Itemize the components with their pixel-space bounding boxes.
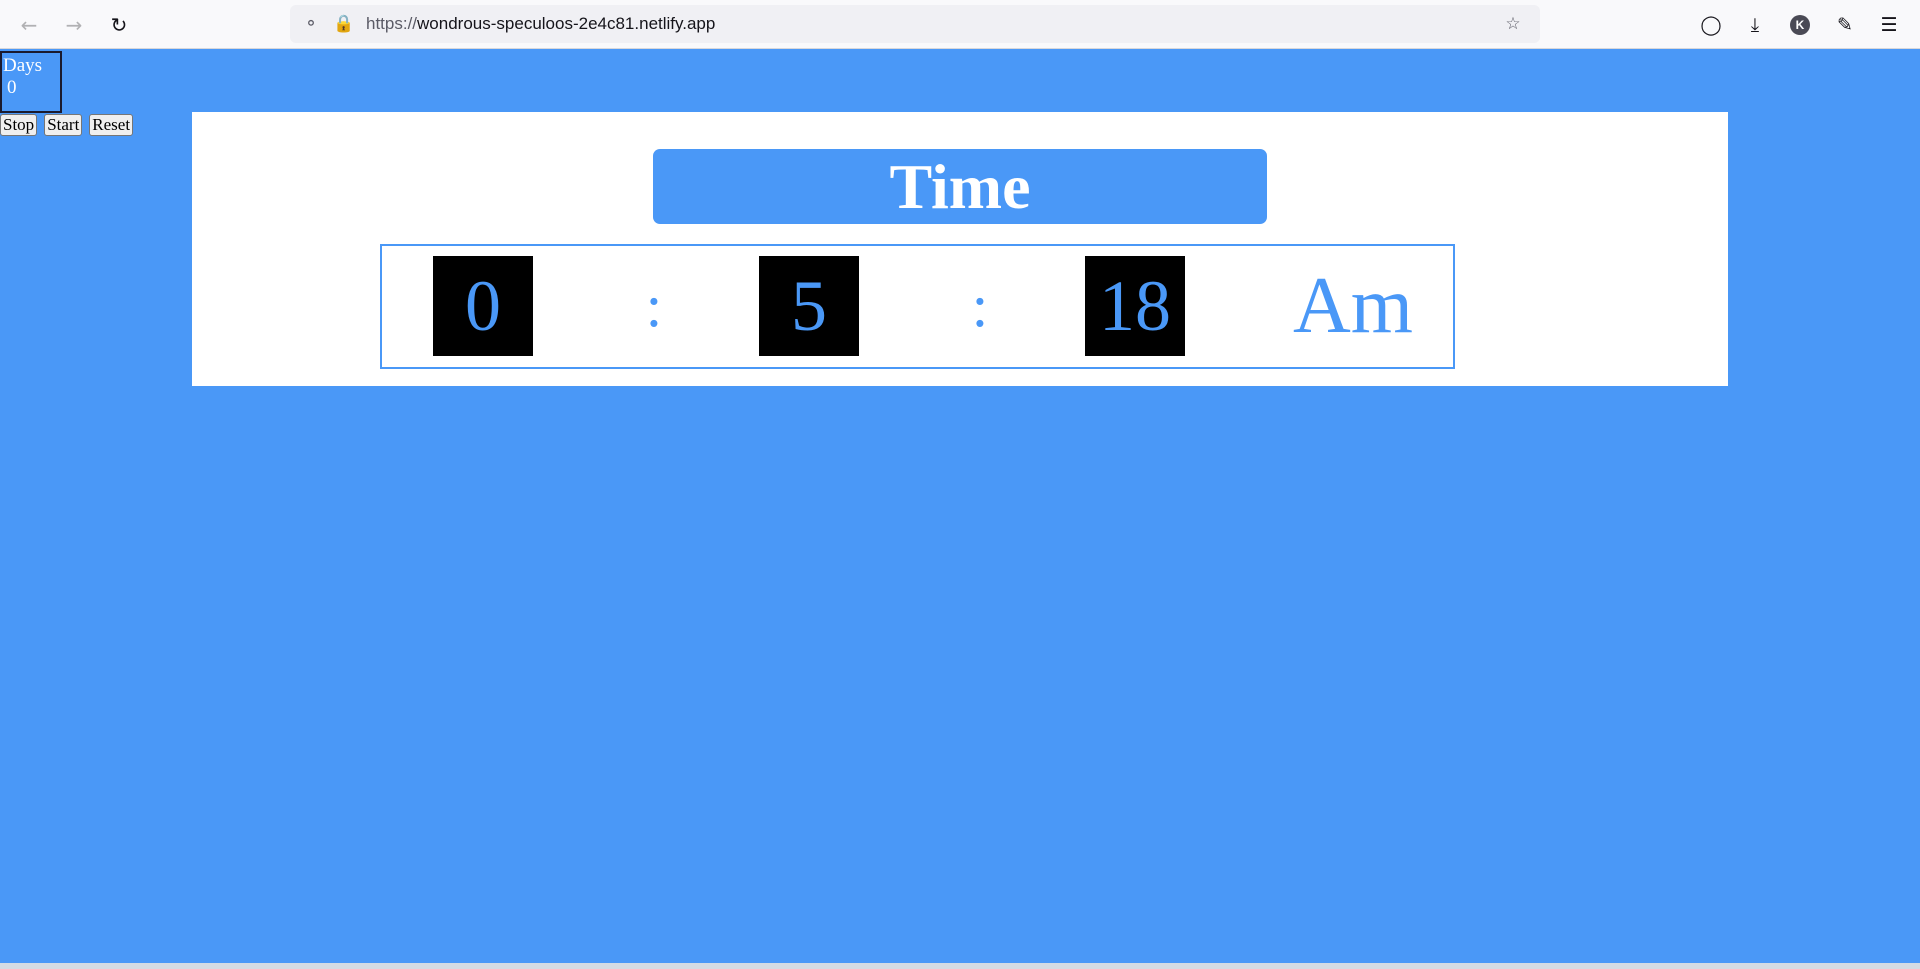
- url-scheme: https://: [366, 14, 418, 33]
- url-host: wondrous-speculoos-2e4c81.netlify.app: [417, 14, 716, 33]
- clock-title: Time: [653, 149, 1267, 224]
- stop-button[interactable]: Stop: [0, 114, 38, 136]
- days-label: Days: [3, 55, 43, 76]
- download-icon[interactable]: ⤓: [1740, 10, 1770, 40]
- days-counter: Days 0: [0, 51, 62, 113]
- address-bar[interactable]: ⚬ 🔒 https://wondrous-speculoos-2e4c81.ne…: [290, 5, 1540, 43]
- start-button[interactable]: Start: [44, 114, 83, 136]
- browser-toolbar: ← → ↻ ⚬ 🔒 https://wondrous-speculoos-2e4…: [0, 0, 1920, 49]
- lock-icon: 🔒: [333, 14, 355, 34]
- back-arrow-icon[interactable]: ←: [14, 10, 44, 40]
- account-button[interactable]: K: [1785, 10, 1815, 40]
- url-text[interactable]: https://wondrous-speculoos-2e4c81.netlif…: [366, 14, 715, 34]
- clock-display: 0 : 5 : 18 Am: [380, 244, 1455, 369]
- timer-controls: Stop Start Reset: [0, 114, 134, 136]
- pocket-icon[interactable]: ◯: [1696, 10, 1726, 40]
- shield-icon[interactable]: ⚬: [300, 12, 322, 36]
- colon-separator: :: [645, 273, 663, 339]
- reload-icon[interactable]: ↻: [104, 10, 134, 40]
- meridiem-label: Am: [1293, 262, 1413, 350]
- puzzle-icon[interactable]: ✎: [1830, 10, 1860, 40]
- bottom-edge: [0, 963, 1920, 969]
- hamburger-menu-icon[interactable]: ☰: [1874, 10, 1904, 40]
- avatar: K: [1790, 15, 1810, 35]
- days-value: 0: [7, 77, 17, 98]
- page-viewport: Days 0 Stop Start Reset Time 0 : 5 : 18 …: [0, 49, 1920, 963]
- hours-display: 0: [433, 256, 533, 356]
- reset-button[interactable]: Reset: [89, 114, 134, 136]
- star-icon[interactable]: ☆: [1502, 12, 1524, 36]
- minutes-display: 5: [759, 256, 859, 356]
- colon-separator: :: [971, 273, 989, 339]
- forward-arrow-icon[interactable]: →: [59, 10, 89, 40]
- seconds-display: 18: [1085, 256, 1185, 356]
- clock-card: Time 0 : 5 : 18 Am: [192, 112, 1728, 386]
